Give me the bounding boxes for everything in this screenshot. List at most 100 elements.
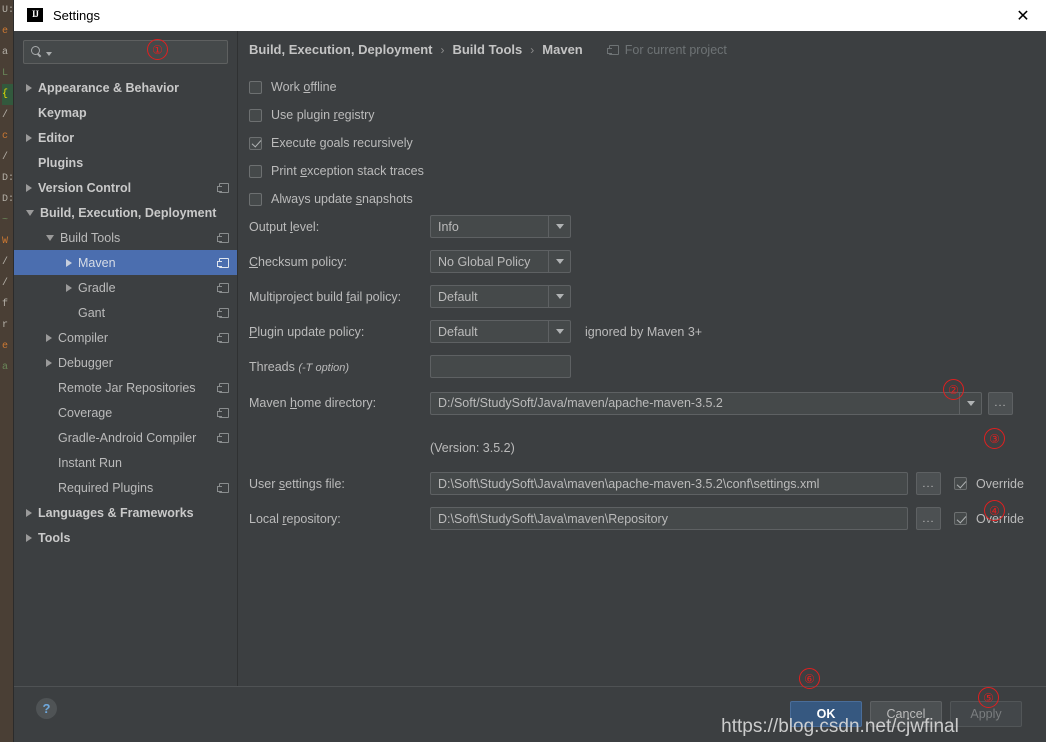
module-icon (217, 307, 229, 318)
sidebar-item-version-control[interactable]: Version Control (14, 175, 237, 200)
plugin-update-policy-select[interactable]: Default (430, 320, 571, 343)
scope-label: For current project (624, 42, 727, 57)
field-row-plugin-update-policy: Plugin update policy: Default ignored by… (249, 314, 1029, 349)
label-user-settings: User settings file: (249, 476, 345, 491)
sidebar-item-maven[interactable]: Maven (14, 250, 237, 275)
sidebar-item-label: Instant Run (58, 455, 122, 470)
chevron-right-icon[interactable] (46, 333, 52, 342)
local-repository-override[interactable]: Override (954, 512, 1024, 526)
chevron-right-icon[interactable] (26, 533, 32, 542)
checkbox-work-offline[interactable]: Work offline (249, 73, 424, 101)
chevron-right-icon[interactable] (26, 508, 32, 517)
sidebar-item-label: Build, Execution, Deployment (40, 205, 217, 220)
user-settings-input[interactable]: D:\Soft\StudySoft\Java\maven\apache-mave… (430, 472, 908, 495)
module-icon (217, 382, 229, 393)
chevron-down-icon (548, 251, 570, 272)
cancel-button[interactable]: Cancel (870, 701, 942, 727)
checkbox-label: Use plugin registry (271, 108, 375, 122)
ok-button[interactable]: OK (790, 701, 862, 727)
checksum-policy-value: No Global Policy (438, 254, 531, 269)
sidebar-item-label: Tools (38, 530, 71, 545)
settings-tree: Appearance & Behavior Keymap Editor Plugins… (14, 75, 237, 550)
search-input[interactable] (23, 40, 228, 64)
checkbox-box[interactable] (249, 192, 262, 206)
sidebar-item-label: Editor (38, 130, 75, 145)
sidebar-item-compiler[interactable]: Compiler (14, 325, 237, 350)
checkbox-box[interactable] (249, 136, 262, 150)
chevron-right-icon[interactable] (26, 183, 32, 192)
sidebar-item-editor[interactable]: Editor (14, 125, 237, 150)
field-row-maven-home: Maven home directory: D:/Soft/StudySoft/… (249, 384, 1029, 422)
plugin-update-policy-note: ignored by Maven 3+ (585, 324, 703, 339)
sidebar-item-languages-frameworks[interactable]: Languages & Frameworks (14, 500, 237, 525)
sidebar-item-label: Coverage (58, 405, 113, 420)
sidebar-item-build-tools[interactable]: Build Tools (14, 225, 237, 250)
local-repository-input[interactable]: D:\Soft\StudySoft\Java\maven\Repository (430, 507, 908, 530)
sidebar-item-debugger[interactable]: Debugger (14, 350, 237, 375)
user-settings-browse-button[interactable]: ... (916, 472, 941, 495)
checkbox-group: Work offline Use plugin registry Execute g… (249, 73, 424, 213)
sidebar-item-label: Required Plugins (58, 480, 154, 495)
user-settings-override-label: Override (976, 476, 1024, 491)
form-fields: Output level: Info Checksum policy: No G… (249, 209, 1029, 422)
sidebar-item-plugins[interactable]: Plugins (14, 150, 237, 175)
checkbox-box[interactable] (249, 164, 262, 178)
sidebar-item-label: Debugger (58, 355, 113, 370)
chevron-down-icon[interactable] (26, 209, 34, 216)
chevron-down-icon[interactable] (46, 234, 54, 241)
maven-home-value: D:/Soft/StudySoft/Java/maven/apache-mave… (438, 396, 723, 410)
checkbox-box[interactable] (249, 80, 262, 94)
help-icon[interactable]: ? (36, 698, 57, 719)
chevron-right-icon[interactable] (26, 83, 32, 92)
sidebar-item-appearance-behavior[interactable]: Appearance & Behavior (14, 75, 237, 100)
maven-home-combo[interactable]: D:/Soft/StudySoft/Java/maven/apache-mave… (430, 391, 982, 415)
sidebar-item-label: Languages & Frameworks (38, 505, 194, 520)
checkbox-print-exception-stack-traces[interactable]: Print exception stack traces (249, 157, 424, 185)
chevron-down-icon (548, 216, 570, 237)
settings-dialog: IJ Settings ✕ Appearance & Behavior Keyma… (14, 0, 1046, 742)
threads-input[interactable] (430, 355, 571, 378)
sidebar-item-instant-run[interactable]: Instant Run (14, 450, 237, 475)
local-repository-override-label: Override (976, 511, 1024, 526)
chevron-right-icon[interactable] (26, 133, 32, 142)
module-icon (217, 407, 229, 418)
sidebar-item-tools[interactable]: Tools (14, 525, 237, 550)
chevron-right-icon[interactable] (66, 258, 72, 267)
checkbox-box[interactable] (249, 108, 262, 122)
sidebar-item-build-execution-deployment[interactable]: Build, Execution, Deployment (14, 200, 237, 225)
maven-home-browse-button[interactable]: ... (988, 391, 1013, 415)
apply-button[interactable]: Apply (950, 701, 1022, 727)
chevron-right-icon[interactable] (66, 283, 72, 292)
sidebar-item-remote-jar-repositories[interactable]: Remote Jar Repositories (14, 375, 237, 400)
output-level-select[interactable]: Info (430, 215, 571, 238)
field-row-checksum-policy: Checksum policy: No Global Policy (249, 244, 1029, 279)
sidebar-item-required-plugins[interactable]: Required Plugins (14, 475, 237, 500)
user-settings-override-checkbox[interactable] (954, 477, 967, 490)
sidebar-item-gradle-android-compiler[interactable]: Gradle-Android Compiler (14, 425, 237, 450)
sidebar-item-gradle[interactable]: Gradle (14, 275, 237, 300)
checkbox-execute-goals-recursively[interactable]: Execute goals recursively (249, 129, 424, 157)
sidebar-item-gant[interactable]: Gant (14, 300, 237, 325)
local-repository-override-checkbox[interactable] (954, 512, 967, 525)
module-icon (217, 257, 229, 268)
sidebar-item-keymap[interactable]: Keymap (14, 100, 237, 125)
user-settings-override[interactable]: Override (954, 477, 1024, 491)
local-repository-browse-button[interactable]: ... (916, 507, 941, 530)
sidebar-item-label: Remote Jar Repositories (58, 380, 196, 395)
sidebar-item-coverage[interactable]: Coverage (14, 400, 237, 425)
close-icon[interactable]: ✕ (1000, 0, 1046, 31)
breadcrumb-item-2[interactable]: Build Tools (452, 42, 522, 57)
breadcrumb-item-3[interactable]: Maven (542, 42, 582, 57)
chevron-down-icon[interactable] (959, 392, 981, 414)
label-checksum-policy: Checksum policy: (249, 254, 347, 269)
multiproject-fail-policy-select[interactable]: Default (430, 285, 571, 308)
module-icon (606, 44, 619, 55)
breadcrumb-item-1[interactable]: Build, Execution, Deployment (249, 42, 432, 57)
chevron-right-icon[interactable] (46, 358, 52, 367)
checksum-policy-select[interactable]: No Global Policy (430, 250, 571, 273)
checkbox-use-plugin-registry[interactable]: Use plugin registry (249, 101, 424, 129)
label-threads: Threads (-T option) (249, 359, 350, 374)
dialog-titlebar: IJ Settings ✕ (14, 0, 1046, 31)
sidebar-item-label: Version Control (38, 180, 132, 195)
output-level-value: Info (438, 219, 459, 234)
